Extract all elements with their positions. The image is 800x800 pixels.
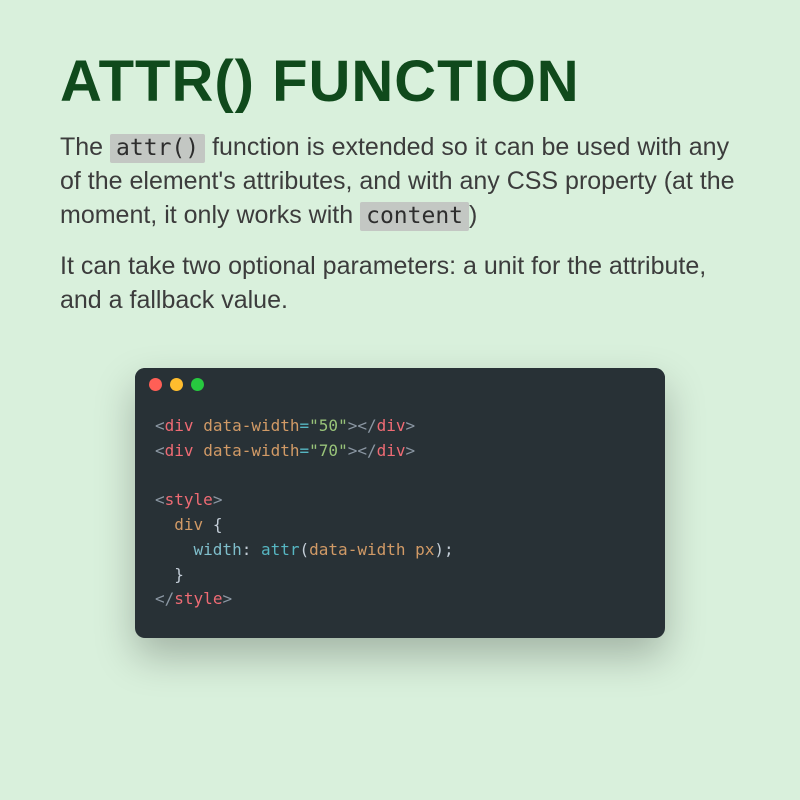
tok: div xyxy=(174,515,203,534)
tok: > xyxy=(406,416,416,435)
inline-code-content: content xyxy=(360,202,469,231)
inline-code-attr: attr() xyxy=(110,134,205,163)
tok: ; xyxy=(444,540,454,559)
tok: : xyxy=(242,540,252,559)
tok: < xyxy=(155,589,165,608)
tok: ( xyxy=(300,540,310,559)
tok: = xyxy=(300,416,310,435)
tok xyxy=(194,441,204,460)
tok: " xyxy=(338,416,348,435)
tok: / xyxy=(367,416,377,435)
code-block: <div data-width="50"></div> <div data-wi… xyxy=(135,402,665,638)
text: The xyxy=(60,133,110,161)
tok: > xyxy=(348,416,358,435)
tok: < xyxy=(155,416,165,435)
window-close-dot xyxy=(149,378,162,391)
tok xyxy=(155,515,174,534)
tok: { xyxy=(213,515,223,534)
tok: style xyxy=(165,490,213,509)
tok: data-width xyxy=(203,416,299,435)
text: ) xyxy=(469,201,477,229)
tok: style xyxy=(174,589,222,608)
tok xyxy=(194,416,204,435)
tok: / xyxy=(367,441,377,460)
window-titlebar xyxy=(135,368,665,402)
tok: " xyxy=(309,441,319,460)
tok: > xyxy=(222,589,232,608)
tok: data-width xyxy=(203,441,299,460)
tok: div xyxy=(165,416,194,435)
tok: / xyxy=(165,589,175,608)
tok: } xyxy=(174,565,184,584)
tok: data-width px xyxy=(309,540,434,559)
tok: < xyxy=(357,441,367,460)
intro-paragraph-2: It can take two optional parameters: a u… xyxy=(60,250,740,318)
tok xyxy=(155,540,194,559)
tok: < xyxy=(155,490,165,509)
tok: ) xyxy=(434,540,444,559)
tok: > xyxy=(213,490,223,509)
tok: attr xyxy=(261,540,300,559)
page-title: ATTR() FUNCTION xyxy=(60,48,740,115)
tok: > xyxy=(406,441,416,460)
tok: width xyxy=(194,540,242,559)
tok: < xyxy=(155,441,165,460)
tok: 50 xyxy=(319,416,338,435)
tok: 70 xyxy=(319,441,338,460)
tok: < xyxy=(357,416,367,435)
window-zoom-dot xyxy=(191,378,204,391)
tok xyxy=(155,565,174,584)
code-window: <div data-width="50"></div> <div data-wi… xyxy=(135,368,665,638)
tok: div xyxy=(377,441,406,460)
tok: " xyxy=(309,416,319,435)
tok: = xyxy=(300,441,310,460)
tok: div xyxy=(377,416,406,435)
tok: " xyxy=(338,441,348,460)
window-minimize-dot xyxy=(170,378,183,391)
tok: > xyxy=(348,441,358,460)
tok xyxy=(251,540,261,559)
intro-paragraph-1: The attr() function is extended so it ca… xyxy=(60,131,740,232)
tok: div xyxy=(165,441,194,460)
tok xyxy=(203,515,213,534)
